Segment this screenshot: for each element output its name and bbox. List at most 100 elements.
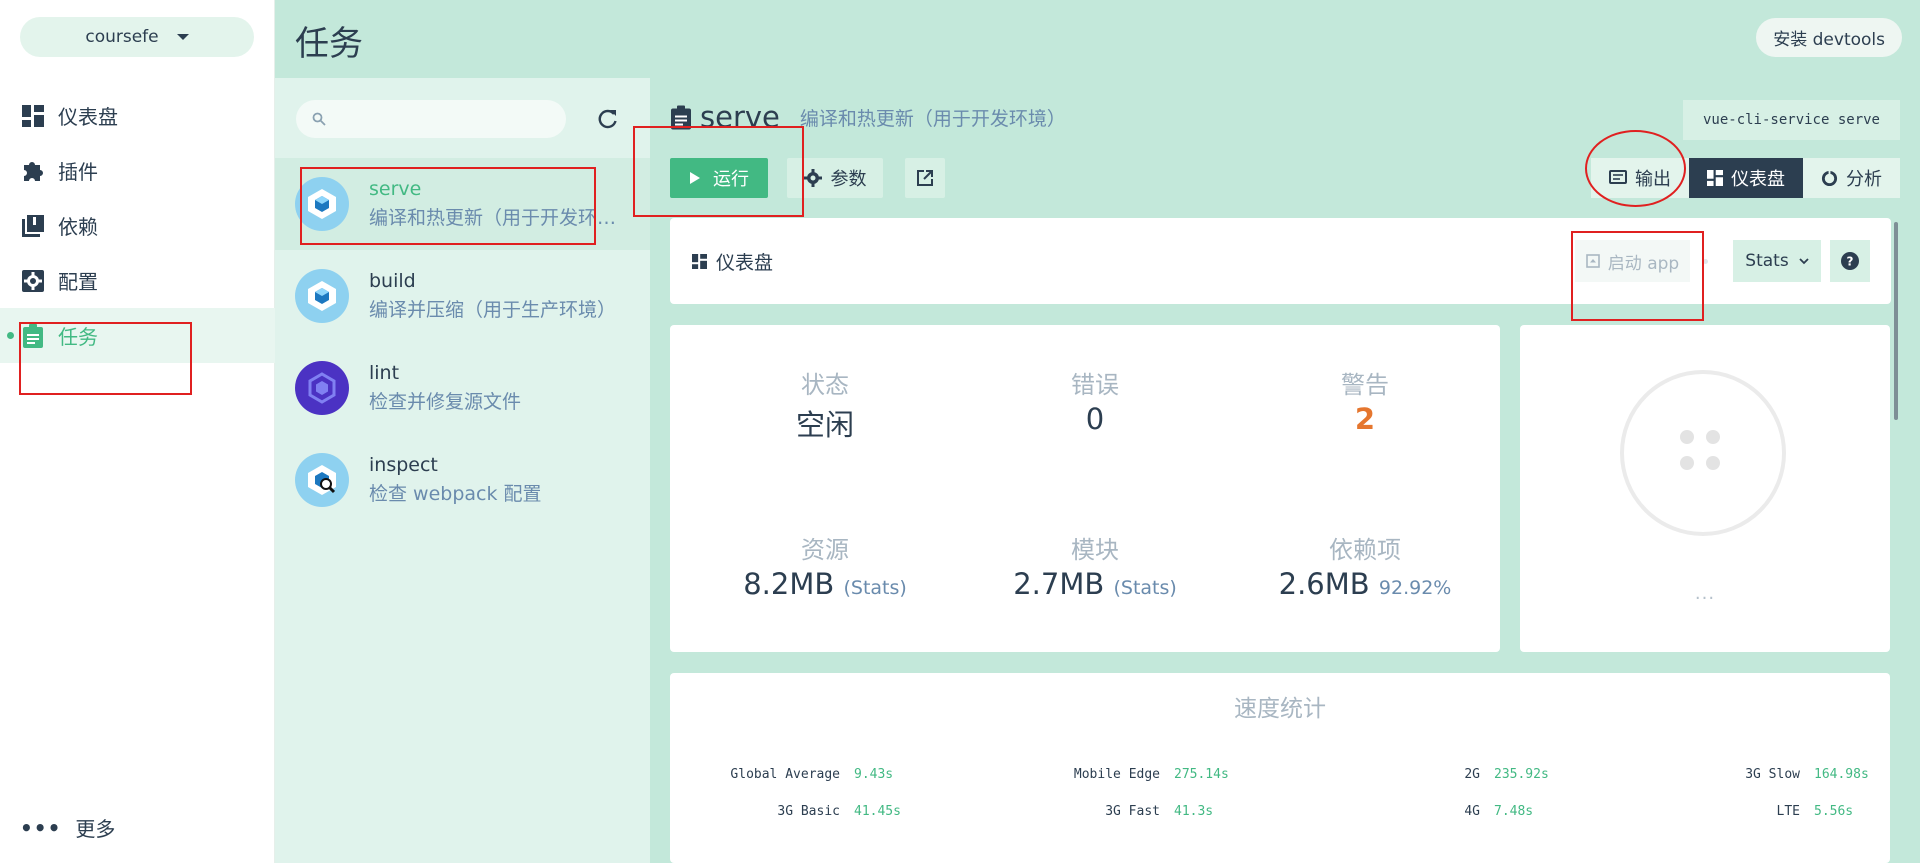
sidebar-item-config[interactable]: 配置 <box>0 253 275 308</box>
stat-errors: 错误 0 <box>960 365 1230 436</box>
speed-stat: Global Average 9.43s <box>690 767 893 782</box>
sidebar-item-label: 插件 <box>58 160 98 184</box>
stat-assets: 资源 8.2MB (Stats) <box>690 530 960 601</box>
sidebar-item-label: 依赖 <box>58 215 98 239</box>
sidebar-item-plugins[interactable]: 插件 <box>0 143 275 198</box>
task-description: 检查 webpack 配置 <box>369 483 542 505</box>
speed-stat-network: 3G Fast <box>1105 804 1160 819</box>
help-button[interactable]: ? <box>1830 240 1870 282</box>
webpack-icon <box>295 269 349 323</box>
sidebar-item-dashboard[interactable]: 仪表盘 <box>0 88 275 143</box>
stat-value: 2.7MB <box>1013 567 1105 601</box>
open-in-new-icon <box>917 170 933 186</box>
placeholder-ellipsis: ... <box>1694 583 1716 604</box>
eslint-icon <box>295 361 349 415</box>
stat-dependencies: 依赖项 2.6MB 92.92% <box>1230 530 1500 601</box>
annotation-box-run <box>633 126 804 217</box>
install-devtools-button[interactable]: 安装 devtools <box>1756 18 1902 57</box>
more-label: 更多 <box>75 817 116 841</box>
command-label: vue-cli-service serve <box>1682 100 1900 140</box>
sidebar: coursefe 仪表盘 插件 依赖 配置 任务 ••• 更多 <box>0 0 275 863</box>
speed-stat-time: 41.3s <box>1174 804 1214 819</box>
speed-stat: 4G 7.48s <box>1330 804 1533 819</box>
speed-stat-time: 164.98s <box>1814 767 1869 782</box>
task-subtitle: 编译和热更新（用于开发环境） <box>799 107 1066 130</box>
speed-stat: 3G Basic 41.45s <box>690 804 901 819</box>
scrollbar[interactable] <box>1894 222 1898 420</box>
speed-stat-network: 4G <box>1464 804 1480 819</box>
search-input[interactable] <box>296 100 566 138</box>
chevron-down-icon <box>1799 257 1809 264</box>
stat-label: 依赖项 <box>1329 536 1401 564</box>
speed-stat-time: 9.43s <box>854 767 894 782</box>
stat-note: (Stats) <box>843 577 907 599</box>
task-item-build[interactable]: build 编译并压缩（用于生产环境） <box>275 250 650 342</box>
sidebar-item-label: 仪表盘 <box>58 105 118 129</box>
task-item-lint[interactable]: lint 检查并修复源文件 <box>275 342 650 434</box>
stats-select-value: Stats <box>1745 251 1789 271</box>
header: 任务 安装 devtools <box>275 0 1920 78</box>
svg-text:?: ? <box>1847 255 1854 269</box>
speed-stat-time: 41.45s <box>854 804 901 819</box>
sidebar-item-dependencies[interactable]: 依赖 <box>0 198 275 253</box>
tab-dashboard[interactable]: 仪表盘 <box>1689 158 1803 198</box>
tab-analysis[interactable]: 分析 <box>1803 158 1900 198</box>
task-item-inspect[interactable]: inspect 检查 webpack 配置 <box>275 434 650 526</box>
build-status-card: 状态 空闲 错误 0 警告 2 资源 8.2MB (Stats) 模块 2.7M… <box>670 325 1500 652</box>
donut-chart-icon <box>1821 169 1838 186</box>
more-button[interactable]: ••• 更多 <box>20 813 115 842</box>
dashboard-icon <box>692 254 707 269</box>
speed-stat-time: 235.92s <box>1494 767 1549 782</box>
webpack-inspect-icon <box>295 453 349 507</box>
speed-stat-network: Global Average <box>730 767 840 782</box>
more-dots-icon: ••• <box>20 815 62 840</box>
caret-down-icon <box>176 34 189 40</box>
stat-status: 状态 空闲 <box>690 365 960 444</box>
annotation-circle-output <box>1585 130 1686 207</box>
empty-state-icon <box>1620 370 1786 536</box>
speed-stat-time: 7.48s <box>1494 804 1534 819</box>
stat-value: 0 <box>1085 402 1105 436</box>
dashboard-title: 仪表盘 <box>716 252 774 274</box>
stats-select[interactable]: Stats <box>1733 240 1821 282</box>
help-icon: ? <box>1841 252 1859 270</box>
library-icon <box>20 213 46 239</box>
speed-stat-network: 3G Slow <box>1745 767 1800 782</box>
open-external-button[interactable] <box>905 158 945 198</box>
task-name: lint <box>369 362 400 384</box>
speed-stats-card: 速度统计 Global Average 9.43s Mobile Edge 275.1… <box>670 673 1890 863</box>
page-title: 任务 <box>295 24 363 64</box>
task-detail: serve 编译和热更新（用于开发环境） vue-cli-service ser… <box>650 78 1920 863</box>
stat-label: 错误 <box>1071 371 1119 399</box>
dashboard-icon <box>1707 170 1723 186</box>
speed-stat: LTE 5.56s <box>1650 804 1854 819</box>
annotation-box-start-app <box>1571 231 1704 321</box>
dashboard-toolbar: 仪表盘 启动 app Stats ? <box>670 218 1891 304</box>
stat-label: 资源 <box>801 536 849 564</box>
task-name: build <box>369 270 416 292</box>
dashboard-icon <box>20 103 46 129</box>
stat-value: 8.2MB <box>743 567 835 601</box>
sidebar-item-label: 配置 <box>58 270 98 294</box>
task-description: 编译并压缩（用于生产环境） <box>369 299 617 321</box>
speed-stat-network: 3G Basic <box>777 804 840 819</box>
tab-analysis-label: 分析 <box>1846 169 1882 190</box>
stat-label: 状态 <box>801 371 849 399</box>
task-description: 检查并修复源文件 <box>369 391 522 413</box>
stat-note: (Stats) <box>1113 577 1177 599</box>
refresh-icon[interactable] <box>597 108 619 130</box>
stat-value: 2.6MB <box>1278 567 1370 601</box>
speed-stat-network: Mobile Edge <box>1073 767 1160 782</box>
stat-value: 2 <box>1354 402 1376 436</box>
speed-stat: 3G Fast 41.3s <box>1010 804 1213 819</box>
search-icon <box>312 112 326 126</box>
project-name: coursefe <box>85 27 159 47</box>
stat-label: 模块 <box>1071 536 1119 564</box>
empty-placeholder-card: ... <box>1520 325 1890 652</box>
speed-stats-title: 速度统计 <box>1234 696 1326 722</box>
project-select[interactable]: coursefe <box>20 17 254 57</box>
speed-stat: 2G 235.92s <box>1330 767 1549 782</box>
annotation-box-tasks <box>19 322 192 395</box>
speed-stat-time: 5.56s <box>1814 804 1854 819</box>
tab-dashboard-label: 仪表盘 <box>1731 169 1785 190</box>
